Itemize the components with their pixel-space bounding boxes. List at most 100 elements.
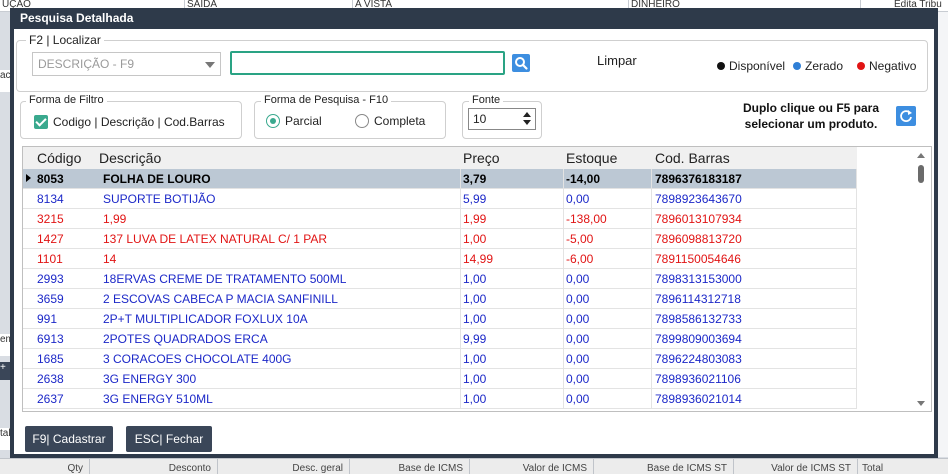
cell-descricao: 18ERVAS CREME DE TRATAMENTO 500ML: [103, 272, 347, 286]
cell-preco: 1,00: [463, 372, 487, 386]
grid-scrollbar[interactable]: [911, 147, 931, 411]
scroll-down-icon[interactable]: [917, 401, 925, 406]
products-grid[interactable]: Código Descrição Preço Estoque Cod. Barr…: [22, 146, 932, 412]
cell-codigo: 2637: [37, 392, 64, 406]
column-header-codigo[interactable]: Código: [37, 150, 81, 166]
column-header-preco[interactable]: Preço: [463, 150, 500, 166]
column-separator: [460, 249, 461, 269]
column-separator: [651, 309, 652, 329]
filter-group-label: Forma de Filtro: [26, 94, 107, 106]
cell-codigo: 3659: [37, 292, 64, 306]
grid-header: Código Descrição Preço Estoque Cod. Barr…: [23, 147, 857, 169]
column-separator: [460, 229, 461, 249]
column-header-estoque[interactable]: Estoque: [566, 150, 617, 166]
column-separator: [460, 349, 461, 369]
background-footer-cell: Total: [862, 463, 884, 474]
arrow-up-icon[interactable]: [523, 112, 531, 117]
legend-label: Zerado: [805, 59, 844, 73]
column-separator: [651, 209, 652, 229]
column-separator: [856, 169, 857, 189]
cell-codigo: 991: [37, 312, 58, 326]
table-row[interactable]: 2993 18ERVAS CREME DE TRATAMENTO 500ML 1,0…: [23, 269, 857, 289]
clear-button[interactable]: Limpar: [597, 53, 637, 68]
table-row[interactable]: 991 2P+T MULTIPLICADOR FOXLUX 10A 1,00 0,00…: [23, 309, 857, 329]
search-field-value: DESCRIÇÃO - F9: [38, 57, 135, 71]
cell-estoque: 0,00: [566, 312, 590, 326]
cell-codigo: 8134: [37, 192, 64, 206]
arrow-down-icon[interactable]: [523, 120, 531, 125]
radio-completa[interactable]: [355, 114, 369, 128]
column-separator: [460, 189, 461, 209]
search-button[interactable]: [512, 54, 530, 72]
table-row[interactable]: 8053 FOLHA DE LOURO 3,79 -14,00 78963761831…: [23, 169, 857, 189]
radio-completa-label[interactable]: Completa: [374, 114, 425, 128]
table-row[interactable]: 1101 14 14,99 -6,00 7891150054646: [23, 249, 857, 269]
stepper-arrows[interactable]: [521, 111, 533, 127]
zero-dot-icon: [793, 62, 801, 70]
column-separator: [563, 169, 564, 189]
column-separator: [856, 189, 857, 209]
filter-checkbox-label[interactable]: Codigo | Descrição | Cod.Barras: [53, 115, 225, 129]
scroll-thumb[interactable]: [918, 165, 924, 183]
column-separator: [856, 209, 857, 229]
background-footer-cell: Valor de ICMS ST: [734, 458, 858, 474]
table-row[interactable]: 2637 3G ENERGY 510ML 1,00 0,00 7898936021014: [23, 389, 857, 409]
table-row[interactable]: 1685 3 CORACOES CHOCOLATE 400G 1,00 0,00 789…: [23, 349, 857, 369]
table-row[interactable]: 8134 SUPORTE BOTIJÃO 5,99 0,00 789892364367…: [23, 189, 857, 209]
font-size-stepper[interactable]: 10: [468, 108, 536, 130]
search-mode-label: Forma de Pesquisa - F10: [261, 94, 392, 106]
column-separator: [856, 269, 857, 289]
font-size-value: 10: [473, 112, 487, 126]
column-header-descricao[interactable]: Descrição: [99, 150, 161, 166]
cell-barras: 7896098813720: [655, 232, 742, 246]
column-separator: [856, 329, 857, 349]
table-row[interactable]: 1427 137 LUVA DE LATEX NATURAL C/ 1 PAR 1,…: [23, 229, 857, 249]
cell-descricao: 3 CORACOES CHOCOLATE 400G: [103, 352, 292, 366]
cell-barras: 7898936021106: [655, 372, 741, 386]
column-separator: [460, 329, 461, 349]
dialog-title: Pesquisa Detalhada: [10, 8, 938, 29]
refresh-button[interactable]: [896, 106, 916, 126]
background-footer-cell: Base de ICMS ST: [594, 458, 734, 474]
column-separator: [563, 209, 564, 229]
cell-codigo: 2638: [37, 372, 64, 386]
table-row[interactable]: 3215 1,99 1,99 -138,00 7896013107934: [23, 209, 857, 229]
register-button[interactable]: F9| Cadastrar: [25, 426, 113, 452]
cell-descricao: 2POTES QUADRADOS ERCA: [103, 332, 268, 346]
background-right-strip: [937, 12, 948, 457]
cell-descricao: 3G ENERGY 300: [103, 372, 197, 386]
column-separator: [651, 289, 652, 309]
background-footer-cell: Desconto: [90, 458, 218, 474]
cell-descricao: 2 ESCOVAS CABECA P MACIA SANFINILL: [103, 292, 338, 306]
cell-barras: 7898586132733: [655, 312, 742, 326]
table-row[interactable]: 2638 3G ENERGY 300 1,00 0,00 7898936021106: [23, 369, 857, 389]
column-separator: [563, 229, 564, 249]
column-separator: [563, 189, 564, 209]
column-header-cod-barras[interactable]: Cod. Barras: [655, 150, 730, 166]
filter-checkbox[interactable]: [34, 115, 48, 129]
column-separator: [563, 249, 564, 269]
column-separator: [651, 269, 652, 289]
cell-barras: 7896114312718: [655, 292, 741, 306]
search-field-select[interactable]: DESCRIÇÃO - F9: [32, 52, 221, 76]
radio-parcial[interactable]: [266, 114, 280, 128]
cell-estoque: 0,00: [566, 332, 590, 346]
refresh-icon: [900, 110, 912, 122]
localizar-label: F2 | Localizar: [26, 33, 104, 47]
search-dialog: Pesquisa Detalhada F2 | Localizar DESCRI…: [10, 8, 938, 458]
cell-estoque: 0,00: [566, 352, 590, 366]
scroll-up-icon[interactable]: [917, 153, 925, 158]
table-row[interactable]: 6913 2POTES QUADRADOS ERCA 9,99 0,00 7899809…: [23, 329, 857, 349]
table-row[interactable]: 3659 2 ESCOVAS CABECA P MACIA SANFINILL 1,…: [23, 289, 857, 309]
search-input[interactable]: [230, 51, 505, 75]
column-separator: [563, 289, 564, 309]
legend-label: Disponível: [729, 59, 786, 73]
cell-preco: 1,00: [463, 272, 487, 286]
radio-parcial-label[interactable]: Parcial: [285, 114, 322, 128]
cell-estoque: 0,00: [566, 192, 590, 206]
legend-label: Negativo: [869, 59, 917, 73]
close-button[interactable]: ESC| Fechar: [126, 426, 212, 452]
background-footer-cell: Base de ICMS: [350, 458, 470, 474]
available-dot-icon: [717, 62, 725, 70]
cell-codigo: 3215: [37, 212, 64, 226]
